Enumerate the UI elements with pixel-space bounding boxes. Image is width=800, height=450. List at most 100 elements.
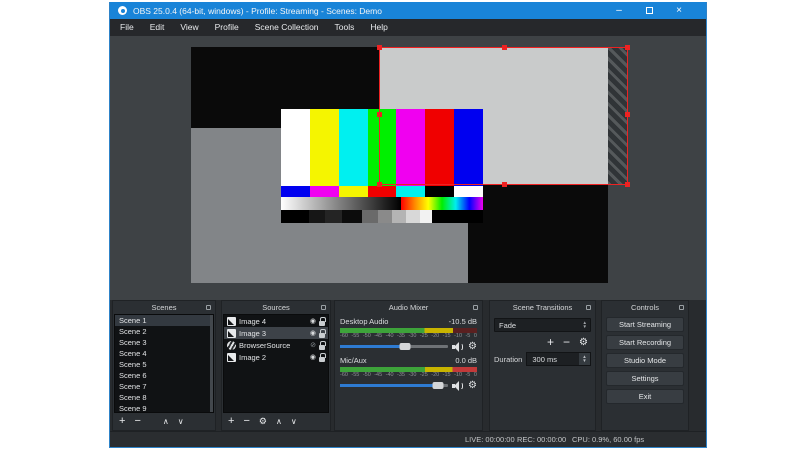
scenes-panel: Scenes Scene 1 Scene 2 Scene 3 Scene 4 S… bbox=[112, 300, 216, 431]
lock-icon[interactable] bbox=[319, 353, 325, 362]
move-source-down-button[interactable]: ∨ bbox=[291, 417, 297, 426]
scene-transitions-header[interactable]: Scene Transitions bbox=[490, 301, 595, 314]
resize-handle[interactable] bbox=[377, 45, 382, 50]
audio-mixer-body: Desktop Audio -10.5 dB -60-55 -50-45 -40… bbox=[335, 314, 482, 430]
resize-handle[interactable] bbox=[502, 182, 507, 187]
scene-item[interactable]: Scene 1 bbox=[115, 315, 213, 326]
resize-handle[interactable] bbox=[625, 112, 630, 117]
channel-name: Mic/Aux bbox=[340, 356, 367, 366]
scene-item[interactable]: Scene 8 bbox=[115, 392, 213, 403]
menu-profile[interactable]: Profile bbox=[207, 19, 247, 36]
source-item[interactable]: Image 2 ◉ bbox=[224, 351, 328, 363]
title-bar[interactable]: OBS 25.0.4 (64-bit, windows) - Profile: … bbox=[110, 2, 706, 19]
scenes-list: Scene 1 Scene 2 Scene 3 Scene 4 Scene 5 … bbox=[114, 314, 214, 413]
scene-transitions-title: Scene Transitions bbox=[513, 303, 573, 312]
menu-tools[interactable]: Tools bbox=[327, 19, 363, 36]
exit-button[interactable]: Exit bbox=[606, 389, 684, 404]
visibility-eye-icon[interactable]: ◉ bbox=[310, 353, 316, 362]
channel-name: Desktop Audio bbox=[340, 317, 388, 327]
cpu-fps: CPU: 0.9%, 60.00 fps bbox=[572, 435, 644, 444]
volume-slider[interactable] bbox=[340, 345, 448, 348]
audio-mixer-title: Audio Mixer bbox=[389, 303, 429, 312]
move-scene-down-button[interactable]: ∨ bbox=[178, 417, 184, 426]
scene-canvas[interactable] bbox=[191, 47, 608, 283]
scene-transitions-body: Fade ▲▼ + − ⚙ Duration 300 ms ▲▼ bbox=[490, 314, 595, 430]
preview-area bbox=[110, 36, 706, 300]
lock-icon[interactable] bbox=[319, 317, 325, 326]
controls-header[interactable]: Controls bbox=[602, 301, 688, 314]
sources-header[interactable]: Sources bbox=[222, 301, 330, 314]
add-scene-button[interactable]: + bbox=[119, 413, 125, 430]
menu-scene-collection[interactable]: Scene Collection bbox=[247, 19, 327, 36]
scene-item[interactable]: Scene 4 bbox=[115, 348, 213, 359]
volume-slider-thumb[interactable] bbox=[433, 382, 444, 389]
menu-help[interactable]: Help bbox=[362, 19, 395, 36]
volume-slider-thumb[interactable] bbox=[399, 343, 410, 350]
speaker-icon[interactable] bbox=[452, 342, 464, 352]
selection-border[interactable] bbox=[379, 47, 628, 185]
move-source-up-button[interactable]: ∧ bbox=[276, 417, 282, 426]
duration-spinner[interactable]: 300 ms ▲▼ bbox=[526, 352, 591, 366]
transition-properties-button[interactable]: ⚙ bbox=[579, 334, 588, 351]
remove-source-button[interactable]: − bbox=[243, 413, 249, 430]
settings-button[interactable]: Settings bbox=[606, 371, 684, 386]
close-button[interactable]: × bbox=[664, 2, 694, 19]
source-item[interactable]: BrowserSource ⊘ bbox=[224, 339, 328, 351]
start-streaming-button[interactable]: Start Streaming bbox=[606, 317, 684, 332]
add-transition-button[interactable]: + bbox=[547, 334, 554, 351]
status-bar: LIVE: 00:00:00 REC: 00:00:00 CPU: 0.9%, … bbox=[110, 431, 706, 447]
menu-edit[interactable]: Edit bbox=[142, 19, 173, 36]
start-recording-button[interactable]: Start Recording bbox=[606, 335, 684, 350]
scenes-header[interactable]: Scenes bbox=[113, 301, 215, 314]
resize-handle[interactable] bbox=[377, 112, 382, 117]
scene-item[interactable]: Scene 9 bbox=[115, 403, 213, 413]
obs-window: OBS 25.0.4 (64-bit, windows) - Profile: … bbox=[109, 2, 707, 448]
controls-panel: Controls Start Streaming Start Recording… bbox=[601, 300, 689, 431]
resize-handle[interactable] bbox=[625, 182, 630, 187]
source-item-selected[interactable]: Image 3 ◉ bbox=[224, 327, 328, 339]
popout-icon[interactable] bbox=[679, 305, 684, 310]
scene-item[interactable]: Scene 7 bbox=[115, 381, 213, 392]
source-item[interactable]: Image 4 ◉ bbox=[224, 315, 328, 327]
speaker-icon[interactable] bbox=[452, 381, 464, 391]
scene-item[interactable]: Scene 3 bbox=[115, 337, 213, 348]
spinner-arrows-icon[interactable]: ▲▼ bbox=[579, 353, 590, 365]
lock-icon[interactable] bbox=[319, 341, 325, 350]
remove-transition-button[interactable]: − bbox=[563, 334, 570, 351]
popout-icon[interactable] bbox=[321, 305, 326, 310]
scene-item[interactable]: Scene 2 bbox=[115, 326, 213, 337]
popout-icon[interactable] bbox=[473, 305, 478, 310]
scenes-toolbar: + − ∧ ∨ bbox=[113, 413, 215, 430]
transition-select[interactable]: Fade ▲▼ bbox=[494, 318, 591, 332]
maximize-button[interactable] bbox=[634, 2, 664, 19]
channel-gear-icon[interactable]: ⚙ bbox=[468, 381, 477, 391]
channel-level: 0.0 dB bbox=[455, 356, 477, 366]
scene-item[interactable]: Scene 5 bbox=[115, 359, 213, 370]
volume-slider[interactable] bbox=[340, 384, 448, 387]
add-source-button[interactable]: + bbox=[228, 413, 234, 430]
scenes-title: Scenes bbox=[151, 303, 176, 312]
source-properties-button[interactable]: ⚙ bbox=[259, 413, 267, 430]
resize-handle[interactable] bbox=[502, 45, 507, 50]
remove-scene-button[interactable]: − bbox=[134, 413, 140, 430]
move-scene-up-button[interactable]: ∧ bbox=[163, 417, 169, 426]
menu-file[interactable]: File bbox=[112, 19, 142, 36]
channel-gear-icon[interactable]: ⚙ bbox=[468, 342, 477, 352]
popout-icon[interactable] bbox=[586, 305, 591, 310]
popout-icon[interactable] bbox=[206, 305, 211, 310]
visibility-eye-icon[interactable]: ◉ bbox=[310, 329, 316, 338]
visibility-eye-icon[interactable]: ◉ bbox=[310, 317, 316, 326]
window-title: OBS 25.0.4 (64-bit, windows) - Profile: … bbox=[133, 6, 382, 16]
resize-handle[interactable] bbox=[377, 182, 382, 187]
visibility-eye-off-icon[interactable]: ⊘ bbox=[310, 341, 316, 350]
lock-icon[interactable] bbox=[319, 329, 325, 338]
minimize-button[interactable]: – bbox=[604, 2, 634, 19]
resize-handle[interactable] bbox=[625, 45, 630, 50]
colorbars-pluge-row bbox=[281, 210, 483, 223]
menu-bar: File Edit View Profile Scene Collection … bbox=[110, 19, 706, 36]
scene-item[interactable]: Scene 6 bbox=[115, 370, 213, 381]
menu-view[interactable]: View bbox=[172, 19, 206, 36]
studio-mode-button[interactable]: Studio Mode bbox=[606, 353, 684, 368]
scenes-scrollbar[interactable] bbox=[210, 315, 213, 412]
audio-mixer-header[interactable]: Audio Mixer bbox=[335, 301, 482, 314]
